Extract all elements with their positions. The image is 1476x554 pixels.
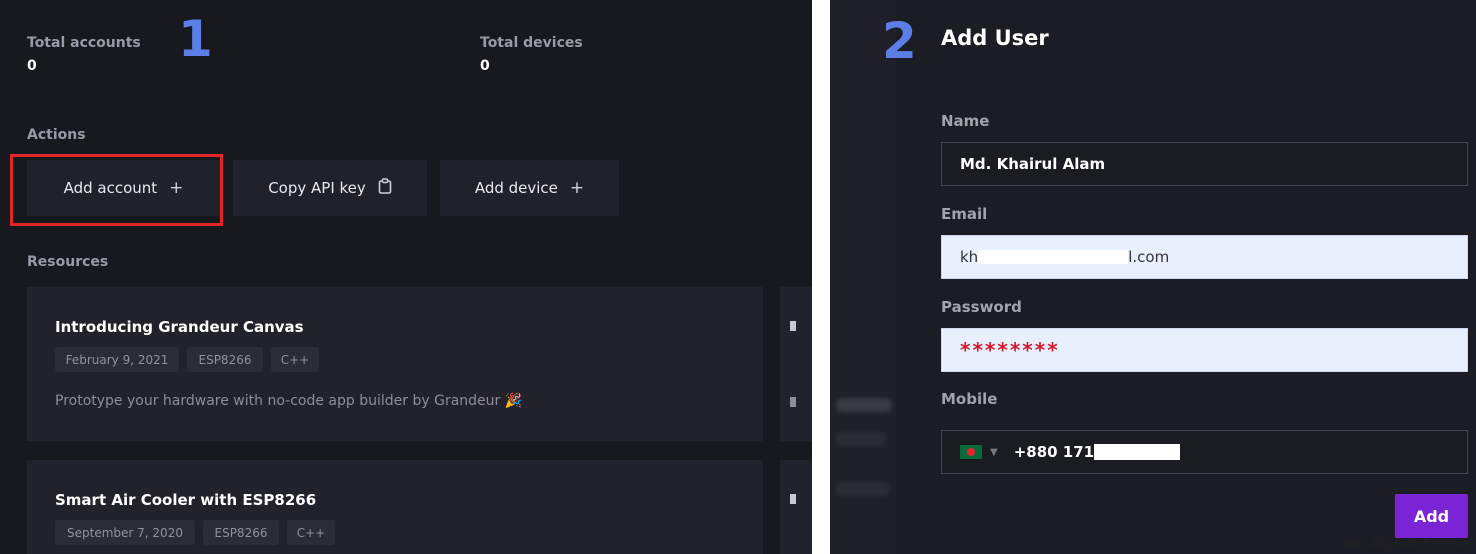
redaction-mark <box>1094 444 1181 460</box>
step-number-1: 1 <box>178 10 213 68</box>
resource-card-partial[interactable] <box>780 287 812 441</box>
redaction-mark <box>978 250 1129 264</box>
chevron-down-icon[interactable]: ▼ <box>990 447 998 458</box>
actions-heading: Actions <box>27 127 86 143</box>
email-field[interactable]: kh l.com <box>941 235 1468 279</box>
add-user-panel: 2 Add User Name Md. Khairul Alam Email k… <box>830 0 1476 554</box>
total-accounts-label: Total accounts <box>27 35 141 51</box>
clipboard-icon <box>378 177 392 199</box>
platform-tag: ESP8266 <box>187 347 263 372</box>
resource-title: Introducing Grandeur Canvas <box>55 318 304 336</box>
copy-api-key-label: Copy API key <box>268 179 366 197</box>
platform-tag: ESP8266 <box>203 520 279 545</box>
backdrop-strip <box>830 0 896 554</box>
mobile-field[interactable]: ▼ +880 171 <box>941 430 1468 474</box>
copy-api-key-button[interactable]: Copy API key <box>233 160 427 216</box>
email-label: Email <box>941 205 988 223</box>
resource-card-partial[interactable] <box>780 460 812 554</box>
name-label: Name <box>941 112 990 130</box>
mobile-label: Mobile <box>941 390 998 408</box>
highlight-annotation <box>10 154 223 226</box>
add-device-label: Add device <box>474 179 558 197</box>
screenshot-frame: 1 Total accounts 0 Total devices 0 Actio… <box>0 0 1476 554</box>
dialog-title: Add User <box>941 26 1049 50</box>
blurred-text <box>836 482 890 496</box>
blurred-text <box>836 432 886 446</box>
password-label: Password <box>941 298 1022 316</box>
email-value-end: l.com <box>1128 248 1170 266</box>
partial-desc-mark <box>790 397 796 407</box>
total-accounts-value: 0 <box>27 58 37 74</box>
password-field[interactable]: ******** <box>941 328 1468 372</box>
resource-card[interactable]: Smart Air Cooler with ESP8266 September … <box>27 460 763 554</box>
date-tag: September 7, 2020 <box>55 520 195 545</box>
language-tag: C++ <box>271 347 319 372</box>
bangladesh-flag-icon[interactable] <box>960 445 982 459</box>
add-device-button[interactable]: Add device + <box>440 160 619 216</box>
email-value-start: kh <box>960 248 979 266</box>
resource-title: Smart Air Cooler with ESP8266 <box>55 491 317 509</box>
language-tag: C++ <box>287 520 335 545</box>
total-devices-label: Total devices <box>480 35 583 51</box>
resource-card[interactable]: Introducing Grandeur Canvas February 9, … <box>27 287 763 441</box>
resource-description: Prototype your hardware with no-code app… <box>55 393 523 409</box>
password-value: ******** <box>960 338 1060 362</box>
partial-title-mark <box>790 321 796 331</box>
date-tag: February 9, 2021 <box>55 347 179 372</box>
partial-title-mark <box>790 494 796 504</box>
dashboard-panel: 1 Total accounts 0 Total devices 0 Actio… <box>0 0 812 554</box>
plus-icon: + <box>569 178 585 198</box>
step-number-2: 2 <box>882 12 917 70</box>
mobile-value: +880 171 <box>1013 443 1095 461</box>
add-user-submit-button[interactable]: Add <box>1395 494 1468 538</box>
name-value: Md. Khairul Alam <box>960 155 1106 173</box>
resources-heading: Resources <box>27 254 109 270</box>
total-devices-value: 0 <box>480 58 490 74</box>
watermark: www.migrobots.com <box>1343 536 1466 550</box>
name-field[interactable]: Md. Khairul Alam <box>941 142 1468 186</box>
blurred-text <box>836 398 892 412</box>
